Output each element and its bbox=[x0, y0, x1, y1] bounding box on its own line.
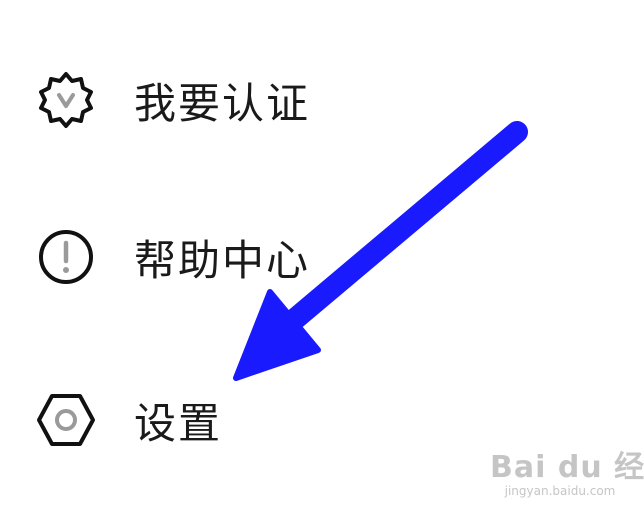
baidu-jingyan-watermark: Bai du 经验 jingyan.baidu.com bbox=[490, 442, 644, 498]
watermark-url: jingyan.baidu.com bbox=[504, 484, 616, 498]
menu-item-settings[interactable]: 设置 bbox=[34, 384, 222, 456]
hexagon-gear-icon bbox=[34, 388, 98, 452]
menu-item-help-center[interactable]: 帮助中心 bbox=[34, 221, 310, 293]
menu-item-verify[interactable]: 我要认证 bbox=[34, 64, 310, 136]
watermark-logo: Bai du 经验 bbox=[490, 450, 644, 485]
menu-item-label: 帮助中心 bbox=[134, 235, 311, 285]
menu-item-label: 我要认证 bbox=[134, 78, 311, 128]
menu-item-label: 设置 bbox=[134, 398, 223, 448]
verified-badge-icon bbox=[34, 68, 98, 132]
exclamation-circle-icon bbox=[34, 225, 98, 289]
settings-menu-page: 我要认证 帮助中心 设置 Bai du 经验 jingyan.baidu.com bbox=[0, 0, 644, 512]
